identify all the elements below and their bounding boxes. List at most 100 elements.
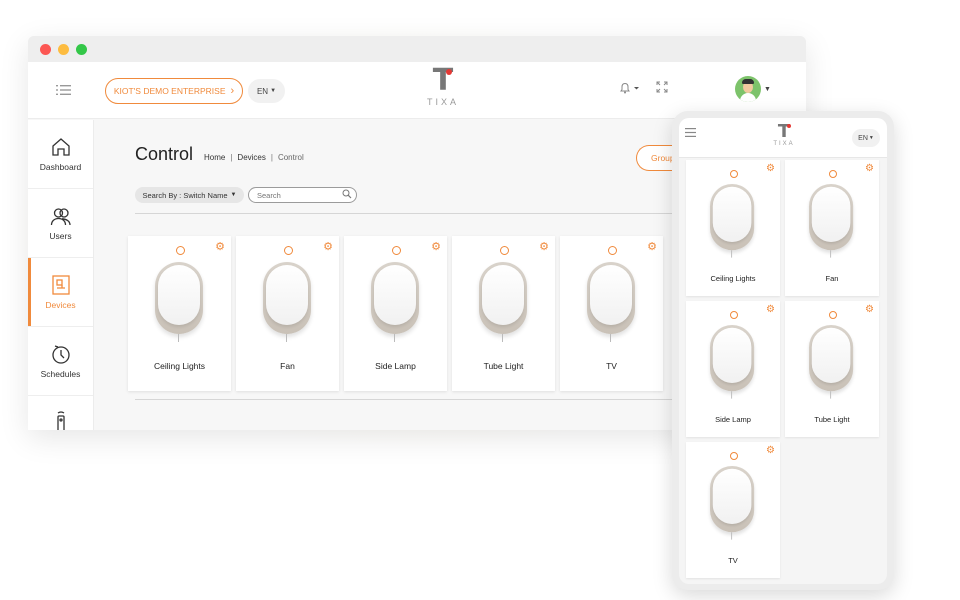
status-indicator (829, 170, 837, 178)
mobile-device-grid: ⚙ Ceiling Lights ⚙ Fan ⚙ Side Lamp ⚙ Tub… (686, 160, 879, 578)
status-indicator (392, 246, 401, 255)
device-card[interactable]: ⚙ Ceiling Lights (128, 236, 231, 391)
gear-icon[interactable]: ⚙ (766, 163, 775, 174)
sidebar-item-remote[interactable] (28, 396, 93, 430)
switch-toggle[interactable] (710, 184, 755, 258)
window-titlebar (28, 36, 806, 62)
status-indicator (500, 246, 509, 255)
sidebar: Dashboard Users Devices Schedules (28, 120, 94, 430)
sidebar-item-schedules[interactable]: Schedules (28, 327, 93, 396)
search-by-dropdown[interactable]: Search By : Switch Name ▼ (135, 187, 244, 203)
device-name: Side Lamp (715, 415, 751, 424)
devices-icon (51, 275, 70, 295)
breadcrumb: Home | Devices | Control (204, 153, 304, 162)
device-card[interactable]: ⚙ Tube Light (452, 236, 555, 391)
gear-icon[interactable]: ⚙ (323, 240, 333, 253)
device-card[interactable]: ⚙ Tube Light (785, 301, 879, 437)
logo-dot (446, 69, 452, 75)
mobile-header: T TIXA EN ▼ (679, 118, 887, 158)
device-card[interactable]: ⚙ Side Lamp (344, 236, 447, 391)
avatar-caret-icon[interactable]: ▼ (764, 86, 771, 93)
enterprise-selector-button[interactable]: KIOT'S DEMO ENTERPRISE › (105, 78, 243, 104)
status-indicator (284, 246, 293, 255)
close-window-button[interactable] (40, 43, 51, 55)
divider (135, 213, 706, 214)
sidebar-item-dashboard[interactable]: Dashboard (28, 120, 93, 189)
search-input[interactable] (248, 187, 357, 203)
search-by-label: Search By : Switch Name (142, 190, 228, 200)
sidebar-item-label: Devices (45, 300, 76, 310)
switch-toggle[interactable] (155, 262, 203, 342)
device-card[interactable]: ⚙ Fan (785, 160, 879, 296)
status-indicator (730, 311, 738, 319)
remote-icon (56, 411, 65, 430)
users-icon (50, 208, 71, 226)
device-grid: ⚙ Ceiling Lights ⚙ Fan ⚙ Side Lamp ⚙ Tub… (128, 236, 663, 391)
gear-icon[interactable]: ⚙ (766, 304, 775, 315)
breadcrumb-devices[interactable]: Devices (237, 153, 265, 162)
chevron-right-icon: › (230, 85, 235, 97)
logo-word: TIXA (426, 97, 459, 107)
device-card[interactable]: ⚙ TV (560, 236, 663, 391)
device-name: Fan (280, 361, 295, 371)
device-name: TV (728, 556, 738, 565)
device-card[interactable]: ⚙ Ceiling Lights (686, 160, 780, 296)
switch-toggle[interactable] (263, 262, 311, 342)
sidebar-item-devices[interactable]: Devices (28, 258, 93, 327)
switch-toggle[interactable] (809, 184, 854, 258)
device-name: Tube Light (814, 415, 850, 424)
device-card[interactable]: ⚙ Fan (236, 236, 339, 391)
gear-icon[interactable]: ⚙ (539, 240, 549, 253)
sidebar-item-label: Dashboard (39, 162, 82, 172)
language-label: EN (256, 86, 269, 96)
mobile-screen: T TIXA EN ▼ ⚙ Ceiling Lights ⚙ Fan ⚙ Sid… (679, 118, 887, 584)
switch-toggle[interactable] (710, 466, 755, 540)
switch-toggle[interactable] (809, 325, 854, 399)
logo-letter: T (777, 121, 791, 142)
fullscreen-icon[interactable] (656, 81, 668, 96)
status-indicator (829, 311, 837, 319)
device-card[interactable]: ⚙ Side Lamp (686, 301, 780, 437)
divider (135, 399, 706, 400)
breadcrumb-current: Control (277, 153, 304, 162)
sidebar-toggle-icon[interactable] (56, 84, 72, 96)
device-card[interactable]: ⚙ TV (686, 442, 780, 578)
notification-bell-icon[interactable] (620, 82, 640, 97)
device-name: Tube Light (483, 361, 524, 371)
tixa-logo: T TIXA (420, 66, 466, 116)
maximize-window-button[interactable] (76, 43, 87, 55)
device-name: Ceiling Lights (710, 274, 756, 283)
device-name: TV (606, 361, 617, 371)
switch-toggle[interactable] (371, 262, 419, 342)
switch-toggle[interactable] (587, 262, 635, 342)
gear-icon[interactable]: ⚙ (647, 240, 657, 253)
switch-toggle[interactable] (710, 325, 755, 399)
language-dropdown[interactable]: EN ▼ (248, 79, 285, 103)
gear-icon[interactable]: ⚙ (431, 240, 441, 253)
sidebar-item-users[interactable]: Users (28, 189, 93, 258)
search-icon[interactable] (342, 189, 352, 202)
minimize-window-button[interactable] (58, 43, 69, 55)
status-indicator (176, 246, 185, 255)
status-indicator (608, 246, 617, 255)
home-icon (51, 138, 70, 156)
device-name: Side Lamp (375, 361, 416, 371)
status-indicator (730, 170, 738, 178)
sidebar-item-label: Users (49, 231, 72, 241)
gear-icon[interactable]: ⚙ (865, 163, 874, 174)
user-avatar[interactable] (735, 76, 761, 102)
caret-down-icon: ▼ (270, 88, 277, 94)
gear-icon[interactable]: ⚙ (865, 304, 874, 315)
tixa-logo: T TIXA (771, 123, 797, 155)
gear-icon[interactable]: ⚙ (215, 240, 225, 253)
breadcrumb-home[interactable]: Home (204, 153, 225, 162)
switch-toggle[interactable] (479, 262, 527, 342)
hamburger-menu-icon[interactable] (685, 128, 696, 140)
caret-down-icon: ▼ (230, 192, 237, 198)
language-dropdown[interactable]: EN ▼ (852, 129, 880, 147)
device-name: Ceiling Lights (153, 361, 206, 371)
logo-dot (787, 124, 791, 128)
language-label: EN (858, 134, 868, 142)
gear-icon[interactable]: ⚙ (766, 445, 775, 456)
schedules-icon (51, 345, 70, 364)
